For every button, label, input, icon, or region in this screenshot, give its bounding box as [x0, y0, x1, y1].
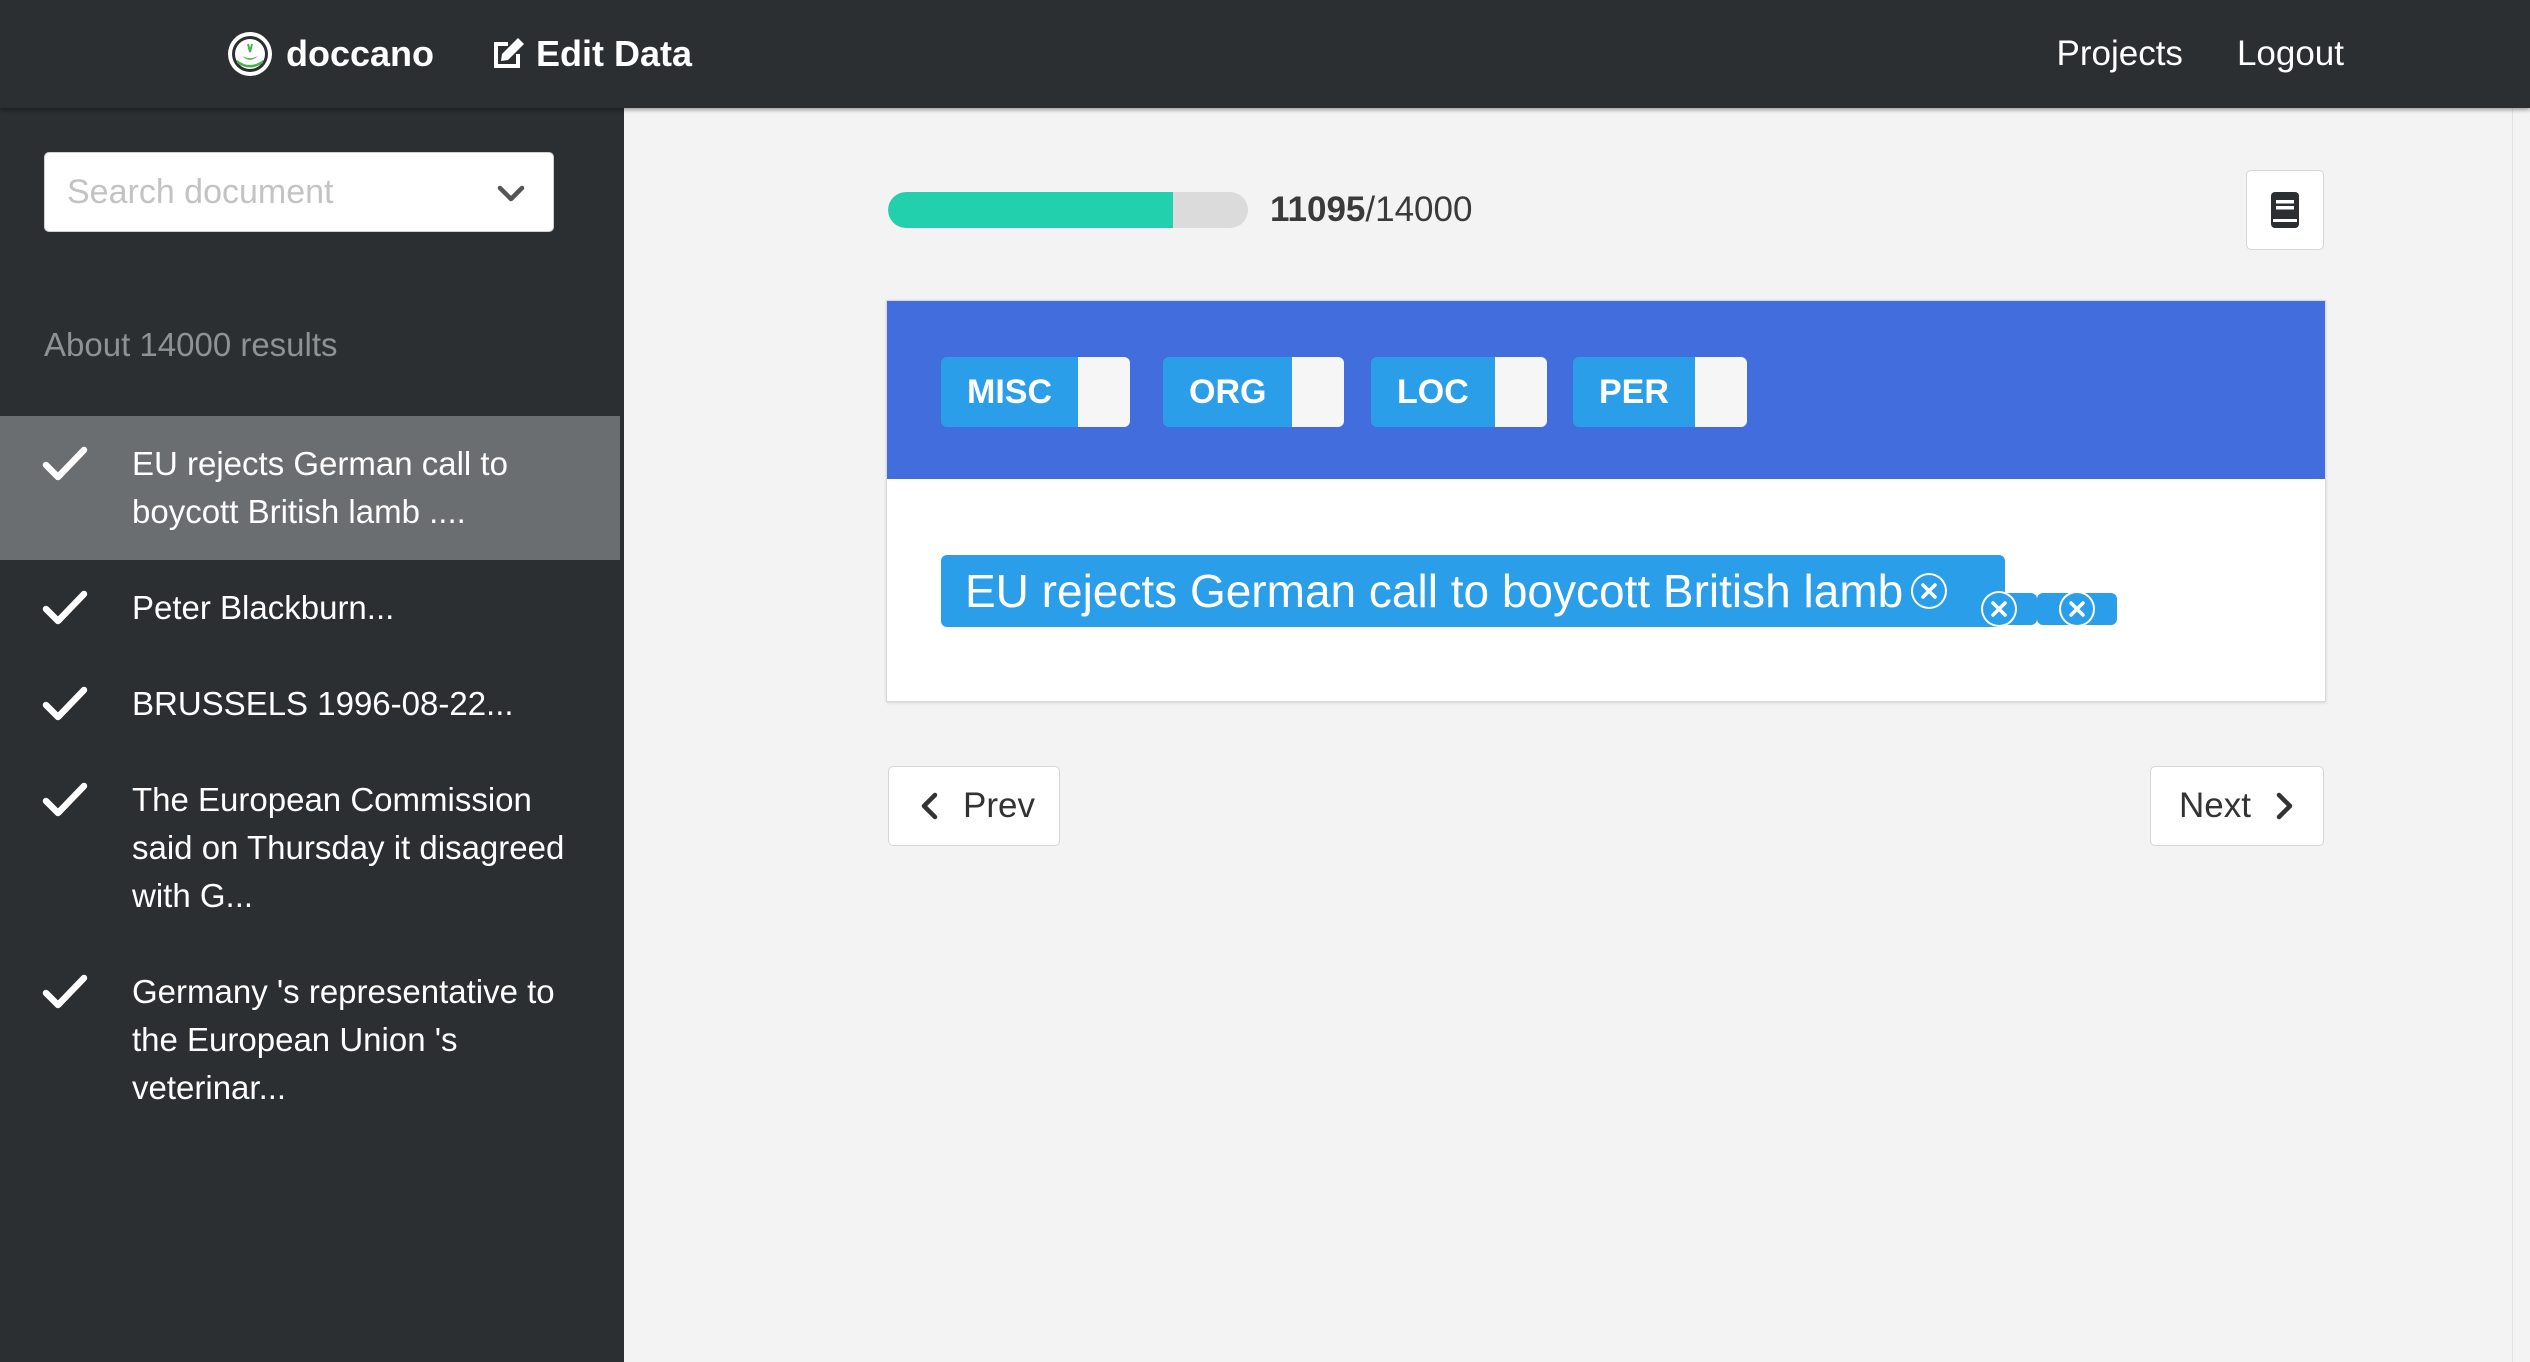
checkmark-icon: [42, 686, 88, 721]
label-shortcut-key: [1494, 357, 1547, 427]
close-circle-icon[interactable]: [1981, 591, 2017, 627]
label-name: ORG: [1163, 357, 1293, 427]
label-name: PER: [1573, 357, 1695, 427]
guideline-button[interactable]: [2246, 170, 2324, 250]
doccano-logo-icon: [228, 32, 272, 76]
progress-text: 11095/14000: [1270, 188, 1472, 232]
brand-name: doccano: [286, 33, 435, 74]
document-text: BRUSSELS 1996-08-22...: [132, 685, 514, 722]
document-list-item[interactable]: Germany 's representative to the Europea…: [0, 944, 620, 1136]
search-input[interactable]: [65, 162, 485, 222]
label-button-per[interactable]: PER: [1573, 357, 1747, 427]
prev-label: Prev: [963, 786, 1035, 825]
next-label: Next: [2179, 786, 2251, 825]
logout-link[interactable]: Logout: [2237, 34, 2344, 74]
checkmark-icon: [42, 446, 88, 481]
checkmark-icon: [42, 782, 88, 817]
label-name: MISC: [941, 357, 1078, 427]
chevron-down-icon[interactable]: [493, 175, 529, 211]
progress-done-count: 11095: [1270, 190, 1366, 229]
edit-data-label: Edit Data: [536, 33, 693, 74]
book-icon: [2271, 192, 2299, 228]
label-button-loc[interactable]: LOC: [1371, 357, 1547, 427]
document-list-item[interactable]: Peter Blackburn...: [0, 560, 620, 656]
label-name: LOC: [1371, 357, 1495, 427]
nav-links: Projects Logout: [2057, 28, 2345, 80]
document-text: The European Commission said on Thursday…: [132, 781, 565, 914]
search-box[interactable]: [44, 152, 554, 232]
entity-text: EU rejects German call to boycott Britis…: [965, 565, 1929, 617]
result-count: About 14000 results: [44, 326, 338, 363]
label-shortcut-key: [1694, 357, 1747, 427]
document-list-item[interactable]: EU rejects German call to boycott Britis…: [0, 416, 620, 560]
label-shortcut-key: [1292, 357, 1345, 427]
checkmark-icon: [42, 974, 88, 1009]
annotation-card: MISC ORG LOC PER EU rejects German call …: [886, 300, 2326, 702]
document-text: Peter Blackburn...: [132, 589, 395, 626]
document-list: EU rejects German call to boycott Britis…: [0, 416, 620, 1136]
checkmark-icon: [42, 590, 88, 625]
next-button[interactable]: Next: [2150, 766, 2324, 846]
progress-total-count: /14000: [1365, 190, 1473, 229]
entity-span[interactable]: EU rejects German call to boycott Britis…: [941, 555, 2005, 627]
sidebar: About 14000 results EU rejects German ca…: [0, 108, 624, 1362]
page-scrollbar[interactable]: [2512, 108, 2530, 1362]
label-shortcut-key: [1078, 357, 1130, 427]
document-text: Germany 's representative to the Europea…: [132, 973, 555, 1106]
brand-link[interactable]: doccano: [226, 28, 434, 80]
document-text: EU rejects German call to boycott Britis…: [132, 445, 508, 530]
document-list-item[interactable]: BRUSSELS 1996-08-22...: [0, 656, 620, 752]
document-list-item[interactable]: The European Commission said on Thursday…: [0, 752, 620, 944]
edit-icon: [494, 38, 524, 68]
edit-data-link[interactable]: Edit Data: [488, 28, 692, 80]
projects-link[interactable]: Projects: [2057, 34, 2183, 74]
close-circle-icon[interactable]: [1911, 573, 1947, 609]
label-button-misc[interactable]: MISC: [941, 357, 1130, 427]
close-circle-icon[interactable]: [2059, 591, 2095, 627]
progress-bar-fill: [888, 192, 1174, 228]
label-bar: MISC ORG LOC PER: [887, 301, 2325, 479]
chevron-left-icon: [921, 792, 938, 820]
label-button-org[interactable]: ORG: [1163, 357, 1345, 427]
chevron-right-icon: [2276, 792, 2293, 820]
progress-bar: [888, 192, 1248, 228]
top-navbar: doccano Edit Data Projects Logout: [0, 0, 2530, 108]
prev-button[interactable]: Prev: [888, 766, 1060, 846]
